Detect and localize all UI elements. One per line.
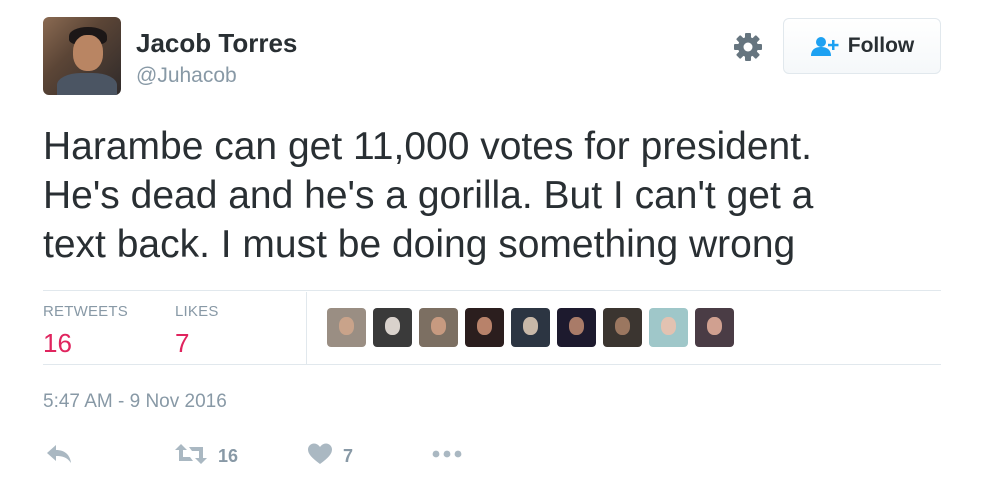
retweets-count: 16 xyxy=(43,328,72,358)
user-handle[interactable]: @Juhacob xyxy=(136,64,237,88)
liker-face xyxy=(569,317,584,335)
follow-button[interactable]: Follow xyxy=(783,18,941,74)
liker-face xyxy=(431,317,446,335)
retweets-stat[interactable]: RETWEETS 16 xyxy=(43,303,128,359)
stats-divider xyxy=(306,292,307,364)
follow-user-icon xyxy=(810,35,840,57)
liker-avatar[interactable] xyxy=(373,308,412,347)
avatar-shirt xyxy=(57,73,117,95)
like-count: 7 xyxy=(343,446,354,466)
gear-icon[interactable] xyxy=(731,30,765,64)
retweet-icon xyxy=(174,442,208,471)
liker-face xyxy=(385,317,400,335)
reply-button[interactable] xyxy=(45,442,73,471)
avatar-face xyxy=(73,35,103,71)
liker-avatar[interactable] xyxy=(695,308,734,347)
like-button[interactable]: 7 xyxy=(307,442,353,471)
liker-face xyxy=(661,317,676,335)
tweet-line: He's dead and he's a gorilla. But I can'… xyxy=(43,174,814,217)
retweets-label: RETWEETS xyxy=(43,303,128,320)
liker-face xyxy=(707,317,722,335)
liker-avatar[interactable] xyxy=(557,308,596,347)
liker-face xyxy=(615,317,630,335)
more-icon xyxy=(431,447,463,465)
reply-icon xyxy=(45,442,73,471)
liker-avatar[interactable] xyxy=(511,308,550,347)
liker-avatar[interactable] xyxy=(419,308,458,347)
liker-avatar[interactable] xyxy=(327,308,366,347)
retweet-count: 16 xyxy=(218,446,239,466)
liker-face xyxy=(477,317,492,335)
user-avatar[interactable] xyxy=(43,17,121,95)
likes-label: LIKES xyxy=(175,303,219,320)
tweet-text: Harambe can get 11,000 votes for preside… xyxy=(43,122,943,269)
heart-icon xyxy=(307,442,333,471)
retweet-button[interactable]: 16 xyxy=(174,442,238,471)
likes-stat[interactable]: LIKES 7 xyxy=(175,303,219,359)
liker-avatar[interactable] xyxy=(465,308,504,347)
liker-face xyxy=(339,317,354,335)
tweet-line: text back. I must be doing something wro… xyxy=(43,223,796,266)
tweet-line: Harambe can get 11,000 votes for preside… xyxy=(43,125,812,168)
divider xyxy=(43,290,941,291)
liker-avatar[interactable] xyxy=(603,308,642,347)
tweet-timestamp[interactable]: 5:47 AM - 9 Nov 2016 xyxy=(43,391,227,413)
liker-avatar[interactable] xyxy=(649,308,688,347)
more-button[interactable] xyxy=(431,447,463,465)
likes-count: 7 xyxy=(175,328,190,358)
liker-face xyxy=(523,317,538,335)
user-display-name[interactable]: Jacob Torres xyxy=(136,28,297,59)
divider xyxy=(43,364,941,365)
likers-avatars xyxy=(327,308,734,347)
follow-label: Follow xyxy=(847,34,915,57)
